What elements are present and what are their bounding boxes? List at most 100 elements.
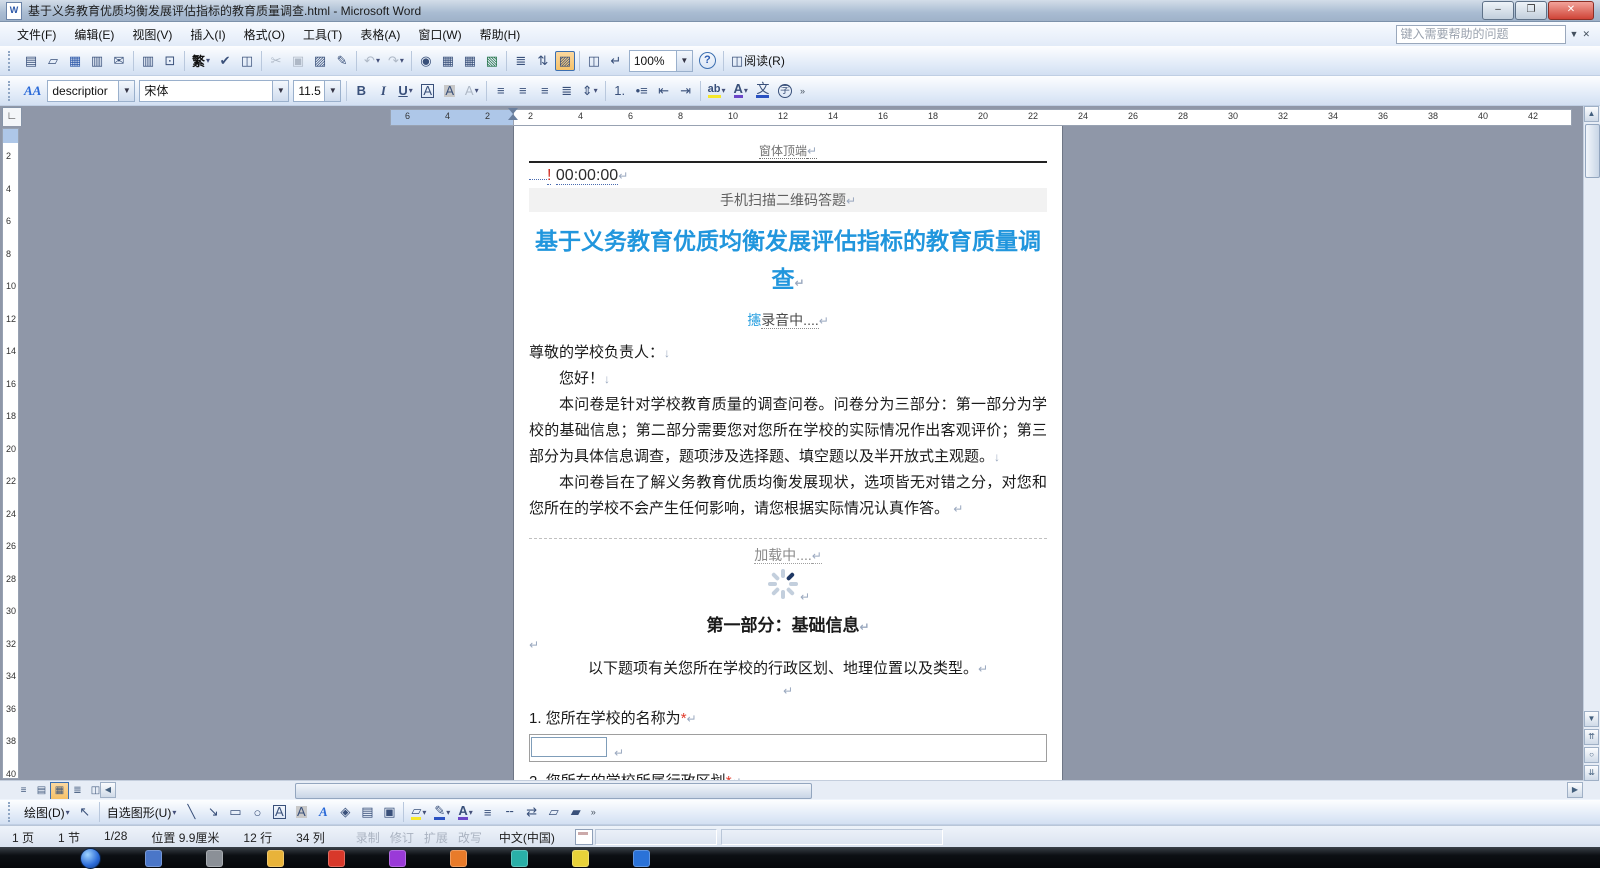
decrease-indent-button[interactable]: ⇤ — [654, 81, 674, 101]
wordart-button[interactable]: A — [313, 802, 333, 822]
increase-indent-button[interactable]: ⇥ — [676, 81, 696, 101]
toolbar-options-chevron[interactable]: » — [591, 807, 596, 817]
status-toggle-2[interactable]: 扩展 — [419, 829, 453, 846]
menu-item-1[interactable]: 编辑(E) — [65, 23, 123, 46]
dash-style-button[interactable]: ╌ — [500, 802, 520, 822]
character-shading-button[interactable]: A — [440, 81, 460, 101]
menu-item-5[interactable]: 工具(T) — [294, 23, 351, 46]
horizontal-scrollbar[interactable]: ≡▤▦≣◫ ◀ ▶ — [0, 780, 1584, 799]
insert-excel-button[interactable]: ▧ — [482, 51, 502, 71]
line-style-button[interactable]: ≡ — [478, 802, 498, 822]
align-right-button[interactable]: ≡ — [535, 81, 555, 101]
font-color-button[interactable]: A▾ — [731, 81, 751, 101]
research-button[interactable]: ◫ — [237, 51, 257, 71]
taskbar-app-icon-8[interactable] — [633, 850, 650, 867]
toolbar-options-chevron[interactable]: » — [800, 86, 805, 96]
taskbar-app-icon-6[interactable] — [511, 850, 528, 867]
taskbar-app-icon-7[interactable] — [572, 850, 589, 867]
combo-dropdown-icon[interactable]: ▼ — [272, 81, 288, 101]
toolbar-grip[interactable] — [8, 51, 14, 71]
diagram-button[interactable]: ◈ — [335, 802, 355, 822]
status-toggle-0[interactable]: 录制 — [351, 829, 385, 846]
combo-dropdown-icon[interactable]: ▼ — [676, 51, 692, 71]
status-toggle-3[interactable]: 改写 — [453, 829, 487, 846]
threed-style-button[interactable]: ▰ — [566, 802, 586, 822]
cut-button[interactable]: ✂ — [266, 51, 286, 71]
restore-button[interactable]: ❐ — [1515, 1, 1547, 20]
taskbar-app-icon-3[interactable] — [328, 850, 345, 867]
vertical-scroll-thumb[interactable] — [1585, 124, 1600, 178]
bold-button[interactable]: B — [351, 81, 371, 101]
insert-picture-button[interactable]: ▣ — [379, 802, 399, 822]
scroll-right-icon[interactable]: ▶ — [1567, 782, 1583, 798]
help-search-input[interactable]: 键入需要帮助的问题 — [1396, 25, 1566, 44]
character-scaling-button[interactable]: A▾ — [462, 81, 482, 101]
combo-dropdown-icon[interactable]: ▼ — [324, 81, 340, 101]
character-border-button[interactable]: A — [418, 81, 438, 101]
taskbar-app-icon-5[interactable] — [450, 850, 467, 867]
reading-layout-button[interactable]: ◫阅读(R) — [728, 51, 788, 71]
help-dropdown-icon[interactable]: ▼ — [1570, 29, 1579, 39]
select-browse-object-icon[interactable]: ○ — [1584, 747, 1599, 763]
chinese-translate-button[interactable]: 繁▾ — [189, 51, 213, 71]
print-button[interactable]: ▥ — [138, 51, 158, 71]
font-color-button[interactable]: A▾ — [455, 802, 475, 822]
paste-button[interactable]: ▨ — [310, 51, 330, 71]
menu-item-0[interactable]: 文件(F) — [8, 23, 65, 46]
zoom-combo[interactable]: 100%▼ — [629, 50, 693, 72]
redo-button[interactable]: ↷▾ — [385, 51, 407, 71]
numbering-button[interactable]: 1. — [610, 81, 630, 101]
new-document-button[interactable]: ▤ — [21, 51, 41, 71]
scroll-up-icon[interactable]: ▲ — [1584, 106, 1599, 122]
permission-button[interactable]: ▥ — [87, 51, 107, 71]
previous-page-icon[interactable]: ⇈ — [1584, 729, 1599, 745]
indent-marker[interactable] — [508, 108, 518, 120]
draw-menu-button[interactable]: 绘图(D)▾ — [21, 802, 73, 822]
insert-table-button[interactable]: ▦ — [460, 51, 480, 71]
menu-item-7[interactable]: 窗口(W) — [409, 23, 470, 46]
tables-borders-button[interactable]: ▦ — [438, 51, 458, 71]
scroll-down-icon[interactable]: ▼ — [1584, 711, 1599, 727]
status-toggle-1[interactable]: 修订 — [385, 829, 419, 846]
email-button[interactable]: ✉ — [109, 51, 129, 71]
start-button[interactable] — [80, 848, 101, 869]
view-print-layout-button[interactable]: ▦ — [50, 782, 69, 800]
align-left-button[interactable]: ≡ — [491, 81, 511, 101]
next-page-icon[interactable]: ⇊ — [1584, 765, 1599, 781]
undo-button[interactable]: ↶▾ — [361, 51, 383, 71]
toolbar-grip[interactable] — [8, 802, 14, 822]
font-combo[interactable]: 宋体▼ — [139, 80, 289, 102]
columns-button[interactable]: ≣ — [511, 51, 531, 71]
horizontal-scroll-thumb[interactable] — [295, 783, 812, 799]
tab-selector[interactable]: ∟ — [2, 107, 22, 127]
close-button[interactable]: ✕ — [1548, 1, 1594, 20]
minimize-button[interactable]: – — [1482, 1, 1514, 20]
clip-art-button[interactable]: ▤ — [357, 802, 377, 822]
select-objects-button[interactable]: ↖ — [75, 802, 95, 822]
menu-item-4[interactable]: 格式(O) — [235, 23, 294, 46]
open-folder-button[interactable]: ▱ — [43, 51, 63, 71]
menu-item-3[interactable]: 插入(I) — [181, 23, 234, 46]
taskbar-app-icon-1[interactable] — [206, 850, 223, 867]
save-button[interactable]: ▦ — [65, 51, 85, 71]
shadow-style-button[interactable]: ▱ — [544, 802, 564, 822]
taskbar-app-icon-0[interactable] — [145, 850, 162, 867]
formatting-marks-button[interactable]: ↵ — [606, 51, 626, 71]
size-combo[interactable]: 11.5▼ — [293, 80, 341, 102]
print-preview-button[interactable]: ⊡ — [160, 51, 180, 71]
autoshapes-menu-button[interactable]: 自选图形(U)▾ — [104, 802, 180, 822]
view-outline-button[interactable]: ≣ — [68, 782, 87, 800]
rectangle-button[interactable]: ▭ — [225, 802, 245, 822]
taskbar-app-icon-4[interactable] — [389, 850, 406, 867]
enclosed-characters-button[interactable]: 字 — [775, 81, 795, 101]
document-page[interactable]: 窗体顶端↵ ! 00:00:00↵ 手机扫描二维码答题↵ 基于义务教育优质均衡发… — [513, 126, 1063, 781]
toolbar-grip[interactable] — [8, 81, 14, 101]
vertical-text-box-button[interactable]: A — [291, 802, 311, 822]
scroll-left-icon[interactable]: ◀ — [100, 782, 116, 798]
insert-hyperlink-button[interactable]: ◉ — [416, 51, 436, 71]
align-center-button[interactable]: ≡ — [513, 81, 533, 101]
help-button[interactable]: ? — [696, 51, 719, 71]
highlight-button[interactable]: ab▾ — [705, 81, 729, 101]
taskbar-app-icon-2[interactable] — [267, 850, 284, 867]
styles-formatting-button[interactable]: ⁠A⁠A — [21, 81, 44, 101]
